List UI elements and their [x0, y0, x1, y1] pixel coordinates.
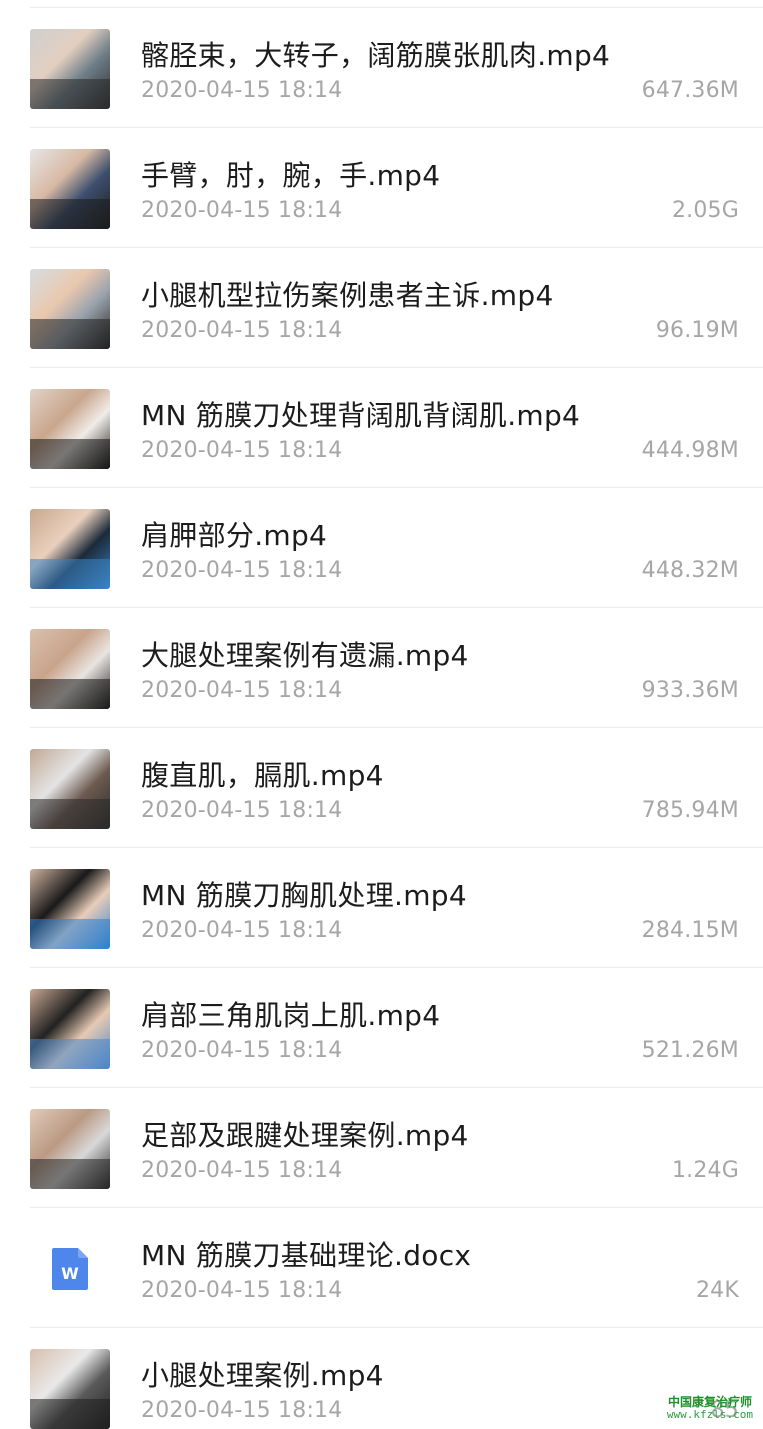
file-size: 647.36M: [641, 78, 739, 103]
video-thumbnail-icon: [30, 29, 110, 109]
file-date: 2020-04-15 18:14: [141, 678, 343, 703]
file-list-item[interactable]: MN 筋膜刀胸肌处理.mp4 2020-04-15 18:14 284.15M: [0, 848, 763, 968]
file-size: 785.94M: [641, 798, 739, 823]
file-name: 小腿处理案例.mp4: [141, 1359, 384, 1392]
file-name: 肩部三角肌岗上肌.mp4: [141, 999, 441, 1032]
watermark-url: www.kfzls.com: [666, 1407, 753, 1421]
file-list-item[interactable]: 肩部三角肌岗上肌.mp4 2020-04-15 18:14 521.26M: [0, 968, 763, 1088]
word-letter: W: [61, 1264, 79, 1283]
file-date: 2020-04-15 18:14: [141, 1038, 343, 1063]
file-name: MN 筋膜刀基础理论.docx: [141, 1239, 472, 1272]
file-name: MN 筋膜刀处理背阔肌背阔肌.mp4: [141, 399, 581, 432]
video-thumbnail-icon: [30, 869, 110, 949]
video-thumbnail-icon: [30, 1109, 110, 1189]
file-name: MN 筋膜刀胸肌处理.mp4: [141, 879, 467, 912]
file-date: 2020-04-15 18:14: [141, 318, 343, 343]
video-thumbnail-icon: [30, 989, 110, 1069]
video-thumbnail-icon: [30, 629, 110, 709]
file-list-item[interactable]: 腹直肌，膈肌.mp4 2020-04-15 18:14 785.94M: [0, 728, 763, 848]
thumbnail-shade: [30, 318, 110, 349]
file-size: 1.24G: [671, 1158, 739, 1183]
file-name: 足部及跟腱处理案例.mp4: [141, 1119, 469, 1152]
thumbnail-shade: [30, 1398, 110, 1429]
file-date: 2020-04-15 18:14: [141, 198, 343, 223]
thumbnail-shade: [30, 438, 110, 469]
file-size: 521.26M: [641, 1038, 739, 1063]
video-thumbnail-icon: [30, 1349, 110, 1429]
file-list-item[interactable]: 足部及跟腱处理案例.mp4 2020-04-15 18:14 1.24G: [0, 1088, 763, 1208]
file-name: 腹直肌，膈肌.mp4: [141, 759, 384, 792]
file-list-item[interactable]: MN 筋膜刀处理背阔肌背阔肌.mp4 2020-04-15 18:14 444.98…: [0, 368, 763, 488]
file-size: 96.19M: [655, 318, 739, 343]
file-date: 2020-04-15 18:14: [141, 558, 343, 583]
thumbnail-shade: [30, 918, 110, 949]
video-thumbnail-icon: [30, 389, 110, 469]
file-list-item[interactable]: 手臂，肘，腕，手.mp4 2020-04-15 18:14 2.05G: [0, 128, 763, 248]
video-thumbnail-icon: [30, 509, 110, 589]
video-thumbnail-icon: [30, 269, 110, 349]
video-thumbnail-icon: [30, 749, 110, 829]
file-date: 2020-04-15 18:14: [141, 78, 343, 103]
file-size: 2.05G: [671, 198, 739, 223]
file-list-item[interactable]: 肩胛部分.mp4 2020-04-15 18:14 448.32M: [0, 488, 763, 608]
word-document-icon: W: [30, 1229, 110, 1309]
watermark: 中国康复治疗师 www.kfzls.com: [666, 1394, 753, 1421]
file-name: 小腿机型拉伤案例患者主诉.mp4: [141, 279, 554, 312]
file-size: 24K: [695, 1278, 739, 1303]
file-name: 大腿处理案例有遗漏.mp4: [141, 639, 469, 672]
file-name: 髂胫束，大转子，阔筋膜张肌肉.mp4: [141, 39, 611, 72]
thumbnail-shade: [30, 558, 110, 589]
file-date: 2020-04-15 18:14: [141, 438, 343, 463]
file-size: 444.98M: [641, 438, 739, 463]
thumbnail-shade: [30, 678, 110, 709]
watermark-title: 中国康复治疗师: [667, 1394, 752, 1409]
thumbnail-shade: [30, 78, 110, 109]
file-size: 933.36M: [641, 678, 739, 703]
file-size: 448.32M: [641, 558, 739, 583]
file-list-item[interactable]: 小腿机型拉伤案例患者主诉.mp4 2020-04-15 18:14 96.19M: [0, 248, 763, 368]
file-name: 手臂，肘，腕，手.mp4: [141, 159, 441, 192]
thumbnail-shade: [30, 1038, 110, 1069]
file-date: 2020-04-15 18:14: [141, 1278, 343, 1303]
file-date: 2020-04-15 18:14: [141, 918, 343, 943]
thumbnail-shade: [30, 798, 110, 829]
file-list: 髂胫束，大转子，阔筋膜张肌肉.mp4 2020-04-15 18:14 647.36…: [0, 8, 763, 1429]
file-list-item[interactable]: W MN 筋膜刀基础理论.docx 2020-04-15 18:14 24K: [0, 1208, 763, 1328]
thumbnail-shade: [30, 1158, 110, 1189]
file-list-item[interactable]: 髂胫束，大转子，阔筋膜张肌肉.mp4 2020-04-15 18:14 647.36…: [0, 8, 763, 128]
file-date: 2020-04-15 18:14: [141, 798, 343, 823]
file-size: 284.15M: [641, 918, 739, 943]
thumbnail-shade: [30, 198, 110, 229]
file-list-item[interactable]: 小腿处理案例.mp4 2020-04-15 18:14 85: [0, 1328, 763, 1429]
file-date: 2020-04-15 18:14: [141, 1158, 343, 1183]
file-list-item[interactable]: 大腿处理案例有遗漏.mp4 2020-04-15 18:14 933.36M: [0, 608, 763, 728]
file-date: 2020-04-15 18:14: [141, 1398, 343, 1423]
video-thumbnail-icon: [30, 149, 110, 229]
file-name: 肩胛部分.mp4: [141, 519, 328, 552]
